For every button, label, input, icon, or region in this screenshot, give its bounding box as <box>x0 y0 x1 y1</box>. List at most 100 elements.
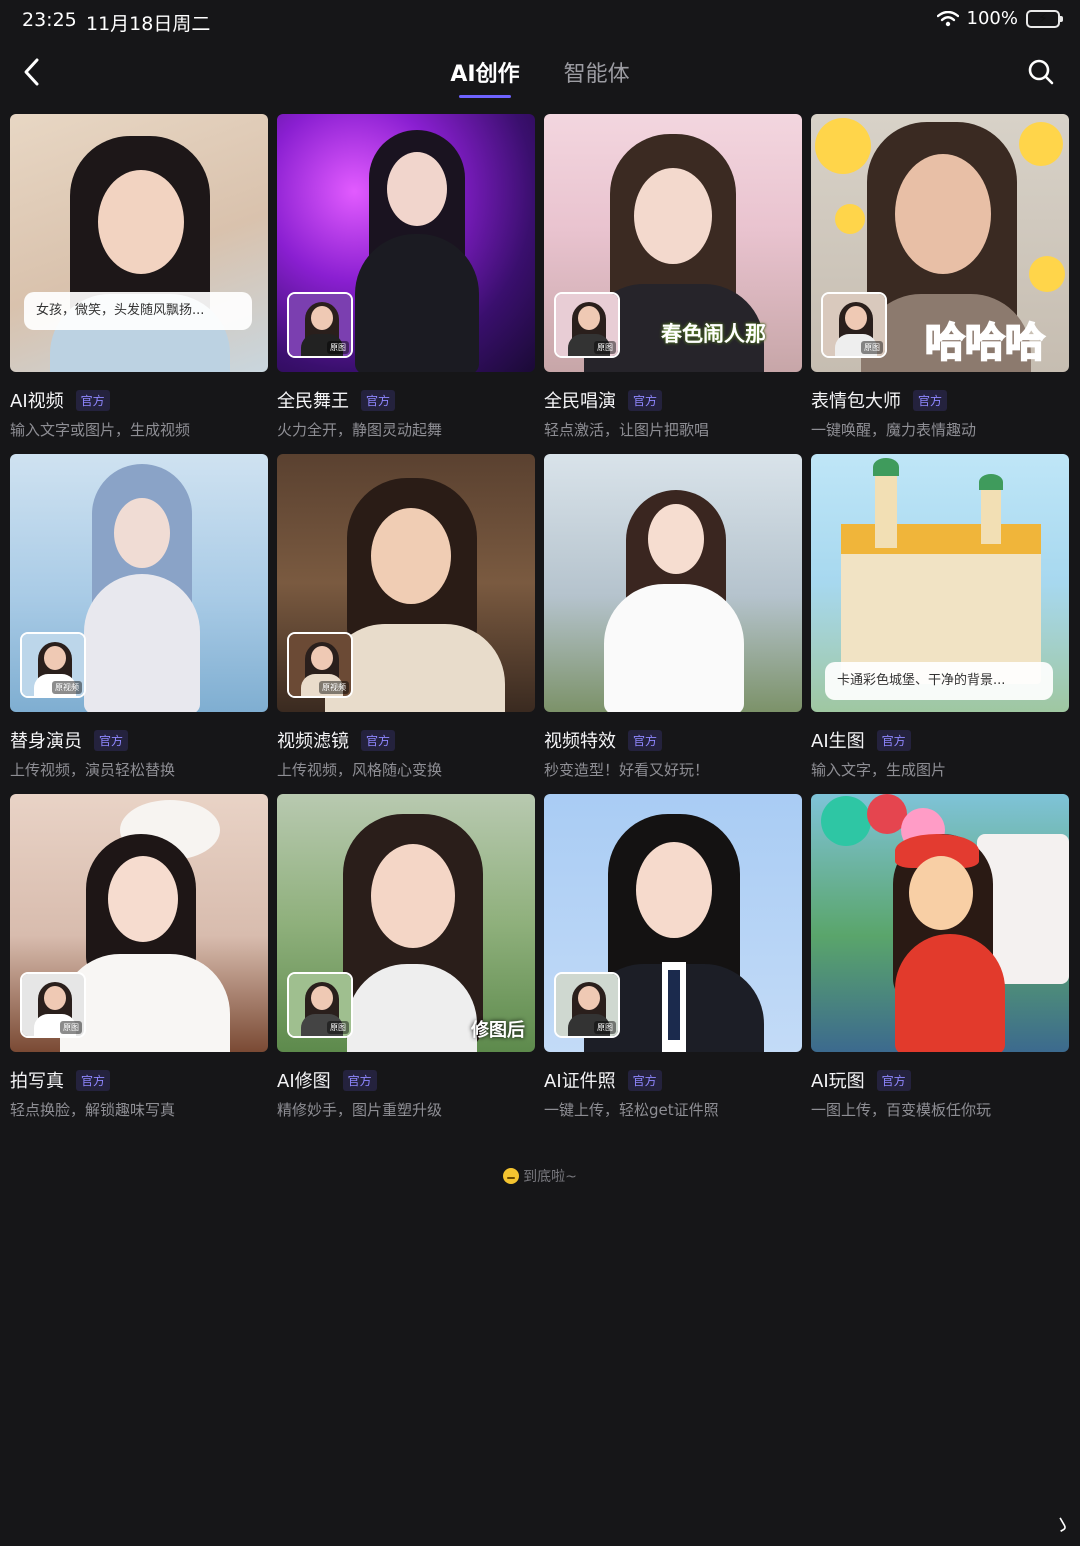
prompt-bubble: 女孩，微笑，头发随风飘扬... <box>24 292 252 330</box>
tool-card-stand-in-actor[interactable]: 原视频 替身演员 官方 上传视频，演员轻松替换 <box>10 454 268 794</box>
end-of-list: 到底啦~ <box>0 1166 1080 1186</box>
card-title: AI修图 <box>277 1071 331 1092</box>
tool-thumbnail: 原图 春色闹人那 <box>544 114 802 372</box>
card-title: AI证件照 <box>544 1071 616 1092</box>
original-image-thumb: 原图 <box>20 972 86 1038</box>
card-title: 表情包大师 <box>811 391 901 412</box>
card-description: 火力全开，静图灵动起舞 <box>277 421 443 439</box>
original-image-thumb: 原图 <box>287 292 353 358</box>
official-badge: 官方 <box>361 729 396 751</box>
card-description: 秒变造型！好看又好玩！ <box>544 761 710 779</box>
card-title: 全民唱演 <box>544 391 616 412</box>
tool-thumbnail: 原视频 <box>277 454 535 712</box>
tool-thumbnail: 原图 修图后 <box>277 794 535 1052</box>
tool-card-ai-image[interactable]: 卡通彩色城堡、干净的背景... AI生图 官方 输入文字，生成图片 <box>811 454 1069 794</box>
end-of-list-text: 到底啦~ <box>523 1169 577 1185</box>
tool-card-dance-king[interactable]: 原图 全民舞王 官方 火力全开，静图灵动起舞 <box>277 114 535 454</box>
wifi-icon <box>936 10 959 27</box>
tab-ai-creation[interactable]: AI创作 <box>450 56 520 98</box>
original-image-thumb: 原图 <box>821 292 887 358</box>
card-title: 全民舞王 <box>277 391 349 412</box>
tool-card-ai-video[interactable]: 女孩，微笑，头发随风飘扬... AI视频 官方 输入文字或图片，生成视频 <box>10 114 268 454</box>
tool-thumbnail: 原图 <box>10 794 268 1052</box>
tool-thumbnail: 卡通彩色城堡、干净的背景... <box>811 454 1069 712</box>
tab-agents-label: 智能体 <box>563 62 630 87</box>
search-icon <box>1028 59 1054 85</box>
prompt-bubble: 卡通彩色城堡、干净的背景... <box>825 662 1053 700</box>
status-date: 11月18日周二 <box>86 13 211 35</box>
card-description: 输入文字，生成图片 <box>811 761 947 779</box>
card-description: 轻点激活，让图片把歌唱 <box>544 421 710 439</box>
original-image-thumb: 原图 <box>554 292 620 358</box>
original-image-label: 原图 <box>327 1021 349 1034</box>
original-image-label: 原图 <box>327 341 349 354</box>
battery-charging-icon: ⚡ <box>1026 9 1063 28</box>
tab-ai-creation-label: AI创作 <box>450 62 520 87</box>
card-title: 视频滤镜 <box>277 731 349 752</box>
lyric-overlay: 春色闹人那 <box>661 322 766 346</box>
official-badge: 官方 <box>76 1069 111 1091</box>
official-badge: 官方 <box>94 729 129 751</box>
tool-thumbnail: 原图 <box>277 114 535 372</box>
original-video-thumb: 原视频 <box>20 632 86 698</box>
status-time: 23:25 <box>22 9 77 31</box>
card-description: 轻点换脸，解锁趣味写真 <box>10 1101 176 1119</box>
tool-thumbnail <box>544 454 802 712</box>
smiling-face-icon <box>503 1168 520 1184</box>
official-badge: 官方 <box>876 1069 911 1091</box>
tool-thumbnail <box>811 794 1069 1052</box>
tool-card-photo-portrait[interactable]: 原图 拍写真 官方 轻点换脸，解锁趣味写真 <box>10 794 268 1134</box>
stylus-mark-icon: ╯ <box>1054 1514 1078 1542</box>
official-badge: 官方 <box>628 389 663 411</box>
tool-card-video-effects[interactable]: 视频特效 官方 秒变造型！好看又好玩！ <box>544 454 802 794</box>
official-badge: 官方 <box>628 729 663 751</box>
card-title: 视频特效 <box>544 731 616 752</box>
tool-card-ai-play[interactable]: AI玩图 官方 一图上传，百变模板任你玩 <box>811 794 1069 1134</box>
card-title: 替身演员 <box>10 731 82 752</box>
tool-thumbnail: 原视频 <box>10 454 268 712</box>
original-video-label: 原视频 <box>319 681 349 694</box>
tab-agents[interactable]: 智能体 <box>564 56 630 98</box>
original-image-label: 原图 <box>60 1021 82 1034</box>
active-tab-indicator <box>458 95 511 98</box>
meme-overlay: 哈哈哈 <box>924 319 1046 367</box>
official-badge: 官方 <box>876 729 911 751</box>
original-video-label: 原视频 <box>52 681 82 694</box>
official-badge: 官方 <box>627 1069 662 1091</box>
original-image-thumb: 原图 <box>554 972 620 1038</box>
original-image-label: 原图 <box>594 341 616 354</box>
card-description: 上传视频，演员轻松替换 <box>10 761 176 779</box>
card-description: 一键上传，轻松get证件照 <box>544 1101 719 1119</box>
tool-thumbnail: 女孩，微笑，头发随风飘扬... <box>10 114 268 372</box>
tool-card-video-filter[interactable]: 原视频 视频滤镜 官方 上传视频，风格随心变换 <box>277 454 535 794</box>
card-description: 一图上传，百变模板任你玩 <box>811 1101 992 1119</box>
card-title: AI视频 <box>10 391 64 412</box>
tool-card-ai-id-photo[interactable]: 原图 AI证件照 官方 一键上传，轻松get证件照 <box>544 794 802 1134</box>
official-badge: 官方 <box>361 389 396 411</box>
top-navigation: AI创作 智能体 <box>0 48 1080 100</box>
tool-thumbnail: 原图 哈哈哈 <box>811 114 1069 372</box>
tab-bar: AI创作 智能体 <box>0 56 1080 98</box>
after-retouch-label: 修图后 <box>471 1020 525 1041</box>
card-title: AI生图 <box>811 731 865 752</box>
status-right-group: 100% ⚡ <box>936 8 1063 29</box>
battery-percentage: 100% <box>966 8 1018 29</box>
search-button[interactable] <box>1024 55 1058 89</box>
card-title: AI玩图 <box>811 1071 865 1092</box>
card-description: 一键唤醒，魔力表情趣动 <box>811 421 977 439</box>
card-description: 上传视频，风格随心变换 <box>277 761 443 779</box>
tool-card-meme-master[interactable]: 原图 哈哈哈 表情包大师 官方 一键唤醒，魔力表情趣动 <box>811 114 1069 454</box>
card-title: 拍写真 <box>10 1071 64 1092</box>
official-badge: 官方 <box>75 389 110 411</box>
tool-card-ai-retouch[interactable]: 原图 修图后 AI修图 官方 精修妙手，图片重塑升级 <box>277 794 535 1134</box>
card-description: 输入文字或图片，生成视频 <box>10 421 191 439</box>
original-image-label: 原图 <box>594 1021 616 1034</box>
tool-thumbnail: 原图 <box>544 794 802 1052</box>
creation-tools-grid: 女孩，微笑，头发随风飘扬... AI视频 官方 输入文字或图片，生成视频 原图 … <box>10 114 1069 1134</box>
original-video-thumb: 原视频 <box>287 632 353 698</box>
tool-card-sing-along[interactable]: 原图 春色闹人那 全民唱演 官方 轻点激活，让图片把歌唱 <box>544 114 802 454</box>
status-bar: 23:25 11月18日周二 100% ⚡ <box>0 0 1080 42</box>
official-badge: 官方 <box>913 389 948 411</box>
original-image-label: 原图 <box>861 341 883 354</box>
card-description: 精修妙手，图片重塑升级 <box>277 1101 443 1119</box>
